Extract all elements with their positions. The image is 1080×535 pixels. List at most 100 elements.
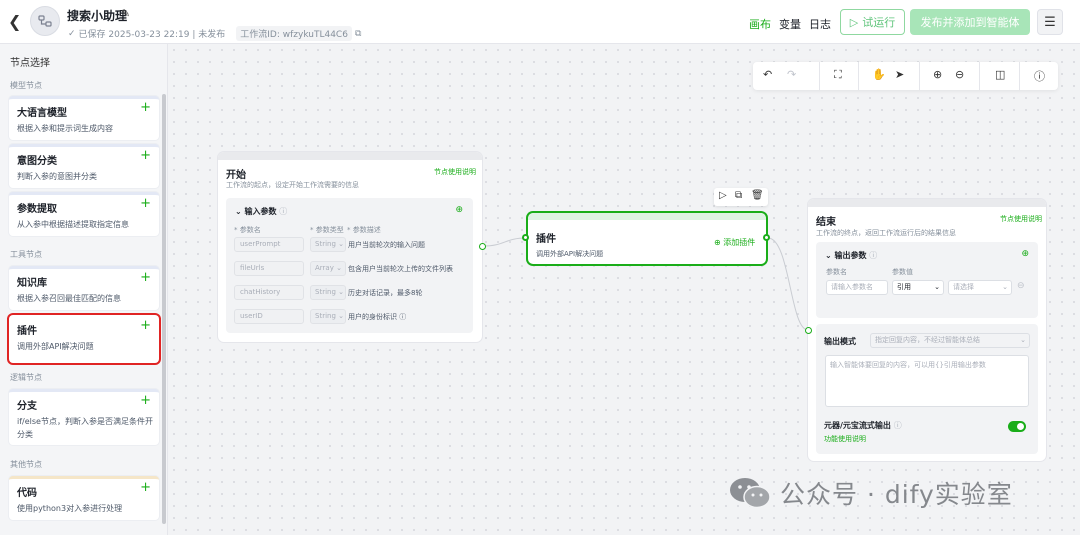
back-arrow-icon[interactable]: ❮ <box>8 12 24 32</box>
add-node-icon[interactable]: + <box>140 148 151 163</box>
remove-param-icon[interactable]: ⊖ <box>1017 281 1025 291</box>
node-card-code[interactable]: 代码 使用python3对入参进行处理 + <box>9 476 159 520</box>
run-node-icon[interactable]: ▷ <box>719 190 727 201</box>
param-type-select: String ⌄ <box>310 237 346 252</box>
node-card-knowledge[interactable]: 知识库 根据入参召回最佳匹配的信息 + <box>9 266 159 310</box>
add-node-icon[interactable]: + <box>140 100 151 115</box>
answer-content-textarea[interactable]: 输入智能体要回复的内容，可以用{}引用输出参数 <box>825 355 1029 407</box>
input-params-box: ⌄ 输入参数 ⓘ ⊕ * 参数名 * 参数类型 * 参数描述 userPromp… <box>226 198 473 333</box>
minimap-icon[interactable]: ◫ <box>995 68 1005 81</box>
add-node-icon[interactable]: + <box>140 196 151 211</box>
tab-variables[interactable]: 变量 <box>779 16 801 32</box>
param-type-select: String ⌄ <box>310 285 346 300</box>
start-output-port[interactable] <box>479 243 486 250</box>
stream-help-link[interactable]: 功能使用说明 <box>824 434 866 444</box>
chevron-down-icon: ⌄ <box>235 207 242 216</box>
stream-output-label: 元器/元宝流式输出 ⓘ <box>824 420 902 431</box>
app-title: 搜索小助理 <box>67 9 128 23</box>
tab-logs[interactable]: 日志 <box>809 16 831 32</box>
add-node-icon[interactable]: + <box>140 393 151 408</box>
check-circle-icon: ✓ <box>68 28 76 39</box>
workflow-icon <box>38 15 52 27</box>
top-header: ❮ 搜索小助理 ✎ ✓ 已保存 2025-03-23 22:19 | 未发布 工… <box>0 0 1080 44</box>
sidebar-title: 节点选择 <box>10 58 50 69</box>
toolbar-divider <box>858 62 859 90</box>
hand-icon[interactable]: ✋ <box>872 68 886 81</box>
output-ref-type-select[interactable]: 引用 ⌄ <box>892 280 944 295</box>
group-label-other: 其他节点 <box>10 460 42 469</box>
add-node-icon[interactable]: + <box>140 318 151 333</box>
add-plugin-label: 添加插件 <box>723 238 756 247</box>
delete-icon[interactable]: 🗑 <box>751 190 764 201</box>
node-card-branch[interactable]: 分支 if/else节点，判断入参是否满足条件开分类 + <box>9 389 159 445</box>
start-node[interactable]: 开始 节点使用说明 工作流的起点，设定开始工作流需要的信息 ⌄ 输入参数 ⓘ ⊕… <box>218 152 482 342</box>
plugin-input-port[interactable] <box>522 234 529 241</box>
input-params-title: 输入参数 <box>244 207 277 216</box>
toolbar-divider <box>979 62 980 90</box>
node-card-plugin[interactable]: 插件 调用外部API解决问题 + <box>9 315 159 363</box>
param-type-value: String <box>315 288 336 296</box>
test-run-button[interactable]: ▷ 试运行 <box>840 9 905 35</box>
node-card-llm[interactable]: 大语言模型 根据入参和提示词生成内容 + <box>9 96 159 140</box>
end-node-desc: 工作流的终点，返回工作流运行后的结果信息 <box>816 229 956 237</box>
tab-canvas[interactable]: 画布 <box>749 16 771 32</box>
group-label-model: 模型节点 <box>10 81 42 90</box>
end-input-port[interactable] <box>805 327 812 334</box>
plugin-node-desc: 调用外部API解决问题 <box>536 250 604 258</box>
node-card-name: 知识库 <box>17 278 47 289</box>
node-card-desc: 根据入参和提示词生成内容 <box>17 124 113 133</box>
menu-icon[interactable]: ☰ <box>1037 9 1063 35</box>
output-param-name-input[interactable]: 请输入参数名 <box>826 280 888 295</box>
sidebar-scrollbar[interactable] <box>162 94 166 524</box>
chevron-down-icon: ⌄ <box>934 283 940 291</box>
output-mode-value: 指定回复内容，不经过智能体总结 <box>875 336 980 344</box>
param-desc: 用户当前轮次的输入问题 <box>348 241 425 249</box>
add-param-icon[interactable]: ⊕ <box>455 205 463 215</box>
node-card-intent[interactable]: 意图分类 判断入参的意图并分类 + <box>9 144 159 188</box>
start-node-desc: 工作流的起点，设定开始工作流需要的信息 <box>226 181 359 189</box>
node-card-name: 插件 <box>17 326 37 337</box>
end-node-help-link[interactable]: 节点使用说明 <box>1000 214 1042 224</box>
output-mode-select[interactable]: 指定回复内容，不经过智能体总结 ⌄ <box>870 333 1030 348</box>
add-node-icon[interactable]: + <box>140 270 151 285</box>
param-name-field: userID <box>234 309 304 324</box>
group-label-logic: 逻辑节点 <box>10 373 42 382</box>
plugin-node[interactable]: 插件 调用外部API解决问题 ⊕ 添加插件 <box>527 212 767 265</box>
fit-view-icon[interactable]: ⛶ <box>834 68 842 82</box>
app-avatar[interactable] <box>30 6 60 36</box>
input-params-header[interactable]: ⌄ 输入参数 ⓘ <box>235 206 287 217</box>
save-status-text: 已保存 2025-03-23 22:19 | 未发布 <box>78 30 226 40</box>
output-value-select[interactable]: 请选择 ⌄ <box>948 280 1012 295</box>
info-icon: ⓘ <box>869 251 878 260</box>
undo-icon[interactable]: ↶ <box>763 68 772 81</box>
param-type-select: Array ⌄ <box>310 261 346 276</box>
zoom-out-icon[interactable]: ⊖ <box>955 68 964 81</box>
col-name-header: 参数名 <box>826 268 847 276</box>
add-node-icon[interactable]: + <box>140 480 151 495</box>
plugin-node-title: 插件 <box>536 234 556 245</box>
redo-icon[interactable]: ↷ <box>787 68 796 81</box>
pointer-icon[interactable]: ➤ <box>895 68 904 81</box>
play-icon: ▷ <box>849 15 859 29</box>
start-node-help-link[interactable]: 节点使用说明 <box>434 167 476 177</box>
value-select-placeholder: 请选择 <box>953 283 974 291</box>
edit-pencil-icon[interactable]: ✎ <box>121 7 130 20</box>
add-output-param-icon[interactable]: ⊕ <box>1021 249 1029 259</box>
output-params-header[interactable]: ⌄ 输出参数 ⓘ <box>825 250 877 261</box>
info-icon: ⓘ <box>893 421 902 430</box>
toolbar-divider <box>1019 62 1020 90</box>
stream-output-toggle[interactable] <box>1008 421 1026 432</box>
param-name-field: chatHistory <box>234 285 304 300</box>
node-card-desc: 使用python3对入参进行处理 <box>17 504 123 513</box>
node-card-param-extract[interactable]: 参数提取 从入参中根据描述提取指定信息 + <box>9 192 159 236</box>
help-icon[interactable]: ⓘ <box>1034 68 1045 84</box>
copy-node-icon[interactable]: ⧉ <box>735 190 742 201</box>
copy-icon[interactable]: ⧉ <box>355 29 361 39</box>
node-card-desc: 判断入参的意图并分类 <box>17 172 97 181</box>
node-card-name: 参数提取 <box>17 204 57 215</box>
node-card-name: 意图分类 <box>17 156 57 167</box>
add-plugin-button[interactable]: ⊕ 添加插件 <box>714 237 755 248</box>
publish-button[interactable]: 发布并添加到智能体 <box>910 9 1030 35</box>
zoom-in-icon[interactable]: ⊕ <box>933 68 942 81</box>
plugin-output-port[interactable] <box>763 234 770 241</box>
